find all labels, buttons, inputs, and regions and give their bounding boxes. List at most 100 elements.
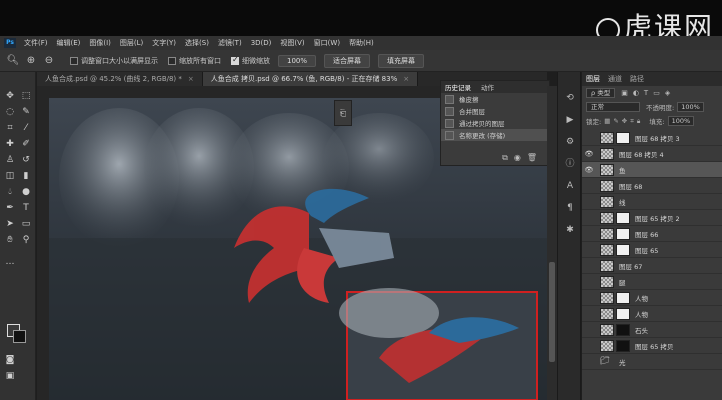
layer-row[interactable]: 图层 68 拷贝 3 bbox=[582, 130, 722, 146]
history-icon[interactable]: ⟲ bbox=[564, 92, 576, 104]
zoom-all-windows-checkbox[interactable]: 缩放所有窗口 bbox=[168, 56, 221, 66]
dodge-tool-icon[interactable]: ● bbox=[20, 186, 32, 198]
fill-screen-button[interactable]: 填充屏幕 bbox=[378, 53, 425, 68]
layer-row[interactable]: 图层 65 拷贝 2 bbox=[582, 210, 722, 226]
screen-mode-icon[interactable]: ▣ bbox=[4, 370, 16, 382]
history-item[interactable]: 合并图层 bbox=[441, 105, 549, 117]
stamp-tool-icon[interactable]: ♙ bbox=[4, 154, 16, 166]
tab-history[interactable]: 历史记录 bbox=[445, 82, 471, 92]
layer-kind-filter[interactable]: ρ 类型 bbox=[586, 88, 616, 98]
history-brush-icon[interactable]: ↺ bbox=[20, 154, 32, 166]
marquee-tool-icon[interactable]: ⬚ bbox=[20, 90, 32, 102]
layers-panel: 图层 通道 路径 ρ 类型 ▣◐T▭◈ 正常 不透明度: 100% 锁定: ▦✎… bbox=[582, 72, 722, 400]
scrollbar-thumb[interactable] bbox=[549, 262, 555, 362]
menu-file[interactable]: 文件(F) bbox=[24, 38, 48, 48]
layer-name: 线 bbox=[619, 198, 626, 207]
shape-tool-icon[interactable]: ▭ bbox=[20, 218, 32, 230]
eye-icon[interactable]: 👁︎ bbox=[582, 166, 596, 174]
menu-layer[interactable]: 图层(L) bbox=[120, 38, 143, 48]
top-banner: 虎课网 bbox=[0, 0, 722, 44]
brush-tool-icon[interactable]: ✐ bbox=[20, 138, 32, 150]
background-color-swatch[interactable] bbox=[13, 330, 26, 343]
lasso-tool-icon[interactable]: ◌ bbox=[4, 106, 16, 118]
tab-channels[interactable]: 通道 bbox=[608, 74, 622, 84]
layer-row[interactable]: 线 bbox=[582, 194, 722, 210]
history-item[interactable]: 橡皮擦 bbox=[441, 93, 549, 105]
character-icon[interactable]: A bbox=[564, 180, 576, 192]
layer-row[interactable]: 图层 66 bbox=[582, 226, 722, 242]
properties-icon[interactable]: ⚙ bbox=[564, 136, 576, 148]
menu-help[interactable]: 帮助(H) bbox=[349, 38, 374, 48]
gradient-tool-icon[interactable]: ▮ bbox=[20, 170, 32, 182]
actions-icon[interactable]: ▶ bbox=[564, 114, 576, 126]
filter-icons[interactable]: ▣◐T▭◈ bbox=[621, 89, 675, 97]
history-panel: 历史记录 动作 橡皮擦 合并图层 通过拷贝的图层 名称更改 (存储) ⧉◉🗑︎ bbox=[440, 80, 550, 166]
layer-row[interactable]: 👁︎ 图层 68 拷贝 4 bbox=[582, 146, 722, 162]
close-icon[interactable]: × bbox=[403, 75, 409, 83]
adjust-icon[interactable]: ✱ bbox=[564, 224, 576, 236]
eraser-tool-icon[interactable]: ◫ bbox=[4, 170, 16, 182]
zoom-100-button[interactable]: 100% bbox=[278, 54, 317, 67]
eyedropper-tool-icon[interactable]: ⁄ bbox=[20, 122, 32, 134]
menu-type[interactable]: 文字(Y) bbox=[152, 38, 176, 48]
paragraph-icon[interactable]: ¶ bbox=[564, 202, 576, 214]
checkbox-box bbox=[70, 56, 78, 65]
menu-image[interactable]: 图像(I) bbox=[89, 38, 111, 48]
eye-icon[interactable]: 👁︎ bbox=[582, 150, 596, 158]
snapshot-icon[interactable]: ◉ bbox=[514, 153, 527, 162]
document-tab-1[interactable]: 人鱼合成.psd @ 45.2% (曲线 2, RGB/8) * × bbox=[37, 72, 203, 86]
menu-view[interactable]: 视图(V) bbox=[280, 38, 304, 48]
opacity-input[interactable]: 100% bbox=[677, 102, 704, 112]
fit-screen-button[interactable]: 适合屏幕 bbox=[324, 53, 371, 68]
menu-select[interactable]: 选择(S) bbox=[185, 38, 209, 48]
new-document-icon[interactable]: ⧉ bbox=[502, 153, 514, 162]
layer-row[interactable]: 图层 65 拷贝 bbox=[582, 338, 722, 354]
more-tools-icon[interactable]: … bbox=[4, 256, 16, 268]
pen-tool-icon[interactable]: ✒ bbox=[4, 202, 16, 214]
collapsed-panel-button[interactable]: ⎗ bbox=[334, 100, 352, 126]
blend-mode-select[interactable]: 正常 bbox=[586, 102, 640, 112]
zoom-tool-icon[interactable]: ⚲ bbox=[20, 234, 32, 246]
path-select-tool-icon[interactable]: ➤ bbox=[4, 218, 16, 230]
layer-row[interactable]: 图层 68 bbox=[582, 178, 722, 194]
layer-row[interactable]: 图层 67 bbox=[582, 258, 722, 274]
hand-tool-icon[interactable]: ✋︎ bbox=[4, 234, 16, 246]
history-item-selected[interactable]: 名称更改 (存储) bbox=[441, 129, 549, 141]
zoom-in-icon[interactable]: ⊕ bbox=[24, 54, 38, 68]
fill-input[interactable]: 100% bbox=[667, 116, 695, 126]
zoom-out-icon[interactable]: ⊖ bbox=[42, 54, 56, 68]
menu-filter[interactable]: 滤镜(T) bbox=[218, 38, 242, 48]
layer-thumbnail bbox=[600, 323, 614, 336]
resize-windows-checkbox[interactable]: 调整窗口大小以满屏显示 bbox=[70, 56, 158, 66]
info-icon[interactable]: ⓘ bbox=[564, 158, 576, 170]
healing-tool-icon[interactable]: ✚ bbox=[4, 138, 16, 150]
layer-group-row[interactable]: 📁︎ 光 bbox=[582, 354, 722, 370]
trash-icon[interactable]: 🗑︎ bbox=[527, 153, 543, 162]
blur-tool-icon[interactable]: 💧︎ bbox=[4, 186, 16, 198]
layer-row[interactable]: 腿 bbox=[582, 274, 722, 290]
quick-select-tool-icon[interactable]: ✎ bbox=[20, 106, 32, 118]
lock-icons[interactable]: ▦✎✥⌗🔒︎ bbox=[604, 117, 643, 126]
layer-row[interactable]: 石头 bbox=[582, 322, 722, 338]
history-item[interactable]: 通过拷贝的图层 bbox=[441, 117, 549, 129]
close-icon[interactable]: × bbox=[188, 75, 194, 83]
crop-tool-icon[interactable]: ⌗ bbox=[4, 122, 16, 134]
tab-actions[interactable]: 动作 bbox=[481, 82, 494, 92]
zoom-tool-icon[interactable]: 🔍︎ bbox=[6, 54, 20, 68]
tab-layers[interactable]: 图层 bbox=[586, 74, 600, 84]
layer-row[interactable]: 人物 bbox=[582, 306, 722, 322]
move-tool-icon[interactable]: ✥ bbox=[4, 90, 16, 102]
vertical-scrollbar[interactable] bbox=[547, 86, 557, 400]
scrubby-zoom-checkbox[interactable]: 细微缩放 bbox=[231, 55, 270, 66]
menu-edit[interactable]: 编辑(E) bbox=[57, 38, 81, 48]
menu-window[interactable]: 窗口(W) bbox=[314, 38, 340, 48]
type-tool-icon[interactable]: T bbox=[20, 202, 32, 214]
layer-row-selected[interactable]: 👁︎ 鱼 bbox=[582, 162, 722, 178]
quick-mask-icon[interactable]: ◙ bbox=[4, 354, 16, 366]
tab-paths[interactable]: 路径 bbox=[630, 74, 644, 84]
layer-name: 图层 68 拷贝 4 bbox=[619, 150, 664, 159]
document-tab-2[interactable]: 人鱼合成 拷贝.psd @ 66.7% (鱼, RGB/8) - 正在存储 83… bbox=[202, 72, 419, 86]
layer-row[interactable]: 图层 65 bbox=[582, 242, 722, 258]
menu-3d[interactable]: 3D(D) bbox=[251, 39, 272, 47]
layer-row[interactable]: 人物 bbox=[582, 290, 722, 306]
